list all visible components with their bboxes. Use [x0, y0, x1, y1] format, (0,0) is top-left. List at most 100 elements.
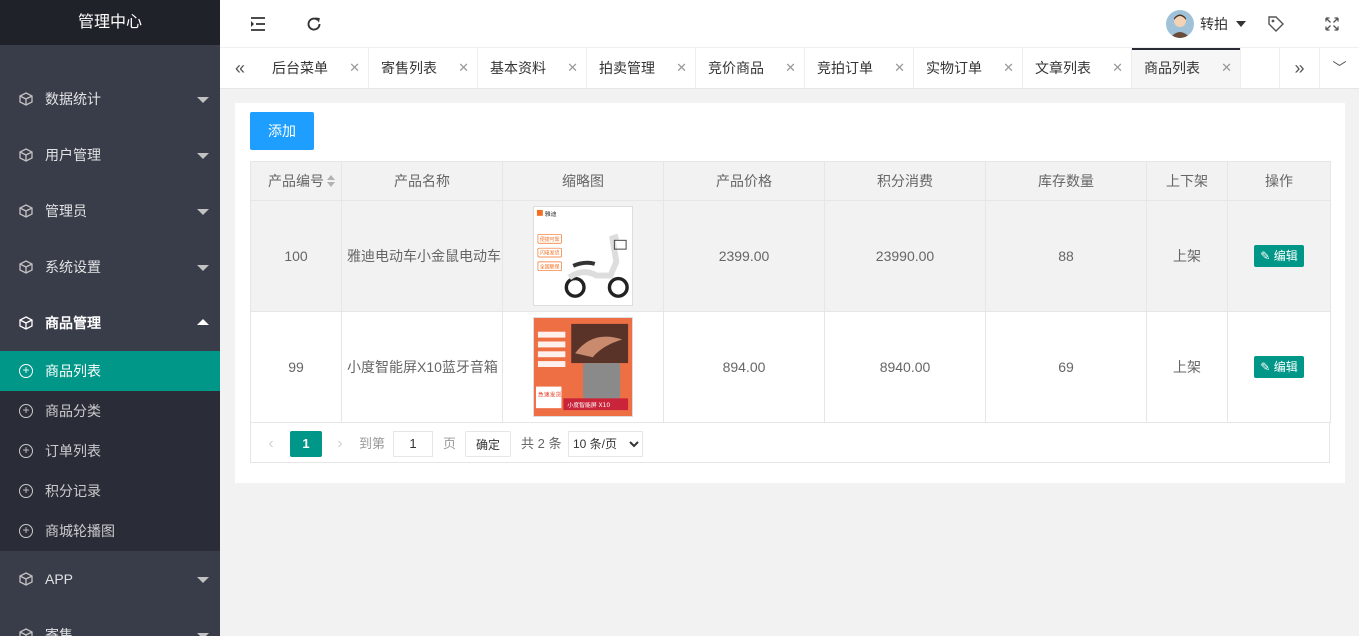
- sidebar-item-label: 商品管理: [45, 315, 101, 331]
- fullscreen-icon[interactable]: [1322, 14, 1342, 34]
- next-page-icon[interactable]: ›: [330, 431, 350, 457]
- cell-thumb: 急速发货 小度智能屏 X10: [502, 311, 664, 423]
- tag-icon[interactable]: [1266, 14, 1286, 34]
- tabs-dropdown-icon[interactable]: ﹀: [1319, 48, 1359, 88]
- sidebar-logo: 管理中心: [0, 0, 220, 45]
- cube-icon: [19, 572, 33, 586]
- close-icon[interactable]: ✕: [458, 48, 469, 88]
- sidebar-item-consign[interactable]: 寄售: [0, 607, 220, 636]
- sidebar-subitem-label: 积分记录: [45, 483, 101, 499]
- menu-fold-icon[interactable]: [248, 14, 268, 34]
- tab-basic-info[interactable]: 基本资料 ✕: [478, 48, 587, 88]
- sidebar-subitem-banners[interactable]: + 商城轮播图: [0, 511, 220, 551]
- page-size-select[interactable]: 10 条/页: [568, 431, 643, 457]
- sidebar-subitem-label: 商城轮播图: [45, 523, 115, 539]
- pencil-icon: ✎: [1260, 249, 1274, 263]
- column-header-status: 上下架: [1146, 161, 1228, 201]
- cell-stock: 69: [985, 311, 1147, 423]
- close-icon[interactable]: ✕: [1221, 48, 1232, 88]
- close-icon[interactable]: ✕: [1112, 48, 1123, 88]
- tab-auction-mgmt[interactable]: 拍卖管理 ✕: [587, 48, 696, 88]
- cell-id: 100: [250, 200, 342, 312]
- tab-physical-orders[interactable]: 实物订单 ✕: [914, 48, 1023, 88]
- sidebar-subitem-categories[interactable]: + 商品分类: [0, 391, 220, 431]
- tab-admin-menu[interactable]: 后台菜单 ✕: [260, 48, 369, 88]
- cell-points: 23990.00: [824, 200, 986, 312]
- cube-icon: [19, 260, 33, 274]
- pencil-icon: ✎: [1260, 360, 1274, 374]
- plus-circle-icon: +: [19, 524, 33, 538]
- cell-price: 894.00: [663, 311, 825, 423]
- cell-id: 99: [250, 311, 342, 423]
- sidebar-submenu: + 商品列表 + 商品分类 + 订单列表 + 积分记录 + 商城轮播图: [0, 351, 220, 551]
- sidebar-item-label: APP: [45, 571, 74, 587]
- cube-icon: [19, 92, 33, 106]
- tabs-scroll-left-icon[interactable]: «: [220, 48, 260, 88]
- sidebar-item-app[interactable]: APP: [0, 551, 220, 607]
- tab-label: 商品列表: [1144, 60, 1200, 76]
- plus-circle-icon: +: [19, 484, 33, 498]
- tab-label: 后台菜单: [272, 60, 328, 76]
- tab-article-list[interactable]: 文章列表 ✕: [1023, 48, 1132, 88]
- column-header-points: 积分消费: [824, 161, 986, 201]
- prev-page-icon[interactable]: ‹: [261, 431, 281, 457]
- tab-label: 竞拍订单: [817, 60, 873, 76]
- thumb-brand-text: 雅迪: [545, 210, 557, 218]
- close-icon[interactable]: ✕: [785, 48, 796, 88]
- thumb-tag-text: 全国联保: [540, 263, 560, 270]
- thumb-tag-text: 急速发货: [538, 390, 562, 398]
- goto-page-input[interactable]: [393, 431, 433, 457]
- caret-down-icon: [197, 209, 209, 215]
- page-current[interactable]: 1: [290, 431, 322, 457]
- tab-consign-list[interactable]: 寄售列表 ✕: [369, 48, 478, 88]
- sidebar-subitem-points[interactable]: + 积分记录: [0, 471, 220, 511]
- column-header-id[interactable]: 产品编号: [250, 161, 342, 201]
- cell-name: 雅迪电动车小金鼠电动车: [341, 200, 503, 312]
- sidebar-item-label: 系统设置: [45, 259, 101, 275]
- sidebar-item-data-stats[interactable]: 数据统计: [0, 71, 220, 127]
- plus-circle-icon: +: [19, 404, 33, 418]
- tabs-scroll-right-icon[interactable]: »: [1279, 48, 1319, 88]
- goto-confirm-button[interactable]: 确定: [465, 431, 511, 457]
- product-thumbnail[interactable]: 雅迪 便捷可靠 闪电发货 全国联保: [533, 206, 633, 306]
- table-row: 99 小度智能屏X10蓝牙音箱 急速发货 小度智能屏 X10 894.00 89…: [250, 311, 1331, 423]
- tab-bid-products[interactable]: 竞价商品 ✕: [696, 48, 805, 88]
- close-icon[interactable]: ✕: [894, 48, 905, 88]
- close-icon[interactable]: ✕: [676, 48, 687, 88]
- table-row: 100 雅迪电动车小金鼠电动车 雅迪 便捷可靠 闪电发货 全国联保 2399.0…: [250, 200, 1331, 312]
- cell-price: 2399.00: [663, 200, 825, 312]
- tab-product-list[interactable]: 商品列表 ✕: [1132, 48, 1241, 88]
- edit-button[interactable]: ✎ 编辑: [1254, 245, 1304, 267]
- pagination: ‹ 1 › 到第 页 确定 共 2 条 10 条/页: [250, 423, 1330, 463]
- close-icon[interactable]: ✕: [349, 48, 360, 88]
- edit-button[interactable]: ✎ 编辑: [1254, 356, 1304, 378]
- cell-thumb: 雅迪 便捷可靠 闪电发货 全国联保: [502, 200, 664, 312]
- plus-circle-icon: +: [19, 364, 33, 378]
- sidebar-item-label: 寄售: [45, 627, 73, 636]
- sort-icon[interactable]: [327, 175, 335, 189]
- sidebar-item-products[interactable]: 商品管理: [0, 295, 220, 351]
- sidebar-item-admins[interactable]: 管理员: [0, 183, 220, 239]
- thumb-tag-text: 小度智能屏 X10: [567, 401, 610, 409]
- column-header-price: 产品价格: [663, 161, 825, 201]
- tab-label: 竞价商品: [708, 60, 764, 76]
- close-icon[interactable]: ✕: [1003, 48, 1014, 88]
- tab-bid-orders[interactable]: 竞拍订单 ✕: [805, 48, 914, 88]
- sidebar-nav: 数据统计 用户管理 管理员 系统设置 商品管理 + 商品列表 + 商品分类 + …: [0, 71, 220, 636]
- goto-label: 到第: [359, 436, 386, 451]
- close-icon[interactable]: ✕: [567, 48, 578, 88]
- product-thumbnail[interactable]: 急速发货 小度智能屏 X10: [533, 317, 633, 417]
- cube-icon: [19, 148, 33, 162]
- sidebar-subitem-label: 商品列表: [45, 363, 101, 379]
- caret-up-icon: [197, 319, 209, 325]
- sidebar-subitem-product-list[interactable]: + 商品列表: [0, 351, 220, 391]
- sidebar-subitem-orders[interactable]: + 订单列表: [0, 431, 220, 471]
- product-table: 产品编号 产品名称 缩略图 产品价格 积分消费 库存数量 上下架 操作 100 …: [250, 161, 1331, 423]
- sidebar-item-users[interactable]: 用户管理: [0, 127, 220, 183]
- add-button[interactable]: 添加: [250, 112, 314, 150]
- tab-label: 实物订单: [926, 60, 982, 76]
- refresh-icon[interactable]: [304, 14, 324, 34]
- thumb-tag-text: 闪电发货: [540, 250, 560, 257]
- plus-circle-icon: +: [19, 444, 33, 458]
- sidebar-item-settings[interactable]: 系统设置: [0, 239, 220, 295]
